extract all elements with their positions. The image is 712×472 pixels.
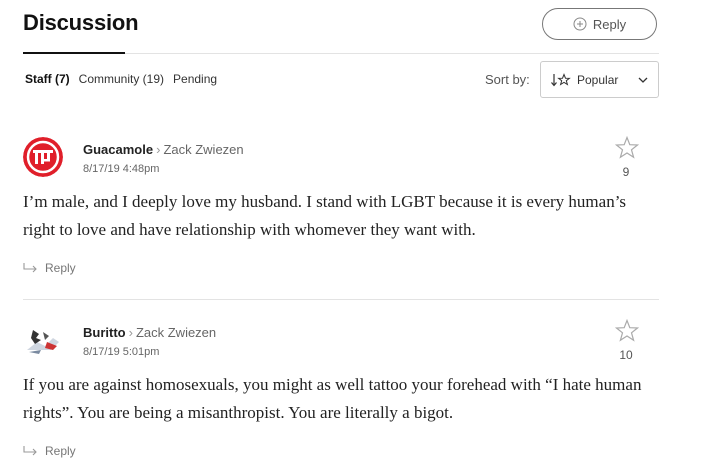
reply-to-name[interactable]: Zack Zwiezen xyxy=(136,325,216,340)
discussion-header: Discussion Reply xyxy=(23,0,659,54)
tab-staff[interactable]: Staff (7) xyxy=(25,72,70,86)
comment-author-line: Buritto › Zack Zwiezen xyxy=(83,325,216,340)
reply-label: Reply xyxy=(45,444,76,458)
add-comment-icon xyxy=(573,17,587,31)
sort-value: Popular xyxy=(577,72,619,87)
author-name[interactable]: Buritto xyxy=(83,325,126,340)
reply-button-label: Reply xyxy=(592,16,627,32)
reply-arrow-icon xyxy=(23,446,37,456)
sort-dropdown[interactable]: Popular xyxy=(540,61,659,98)
star-icon[interactable] xyxy=(615,136,639,160)
author-name[interactable]: Guacamole xyxy=(83,142,153,157)
reply-arrow-icon xyxy=(23,263,37,273)
star-icon[interactable] xyxy=(615,319,639,343)
avatar[interactable] xyxy=(23,137,63,177)
reply-to-name[interactable]: Zack Zwiezen xyxy=(163,142,243,157)
star-count: 9 xyxy=(622,165,630,179)
comment-reply-link[interactable]: Reply xyxy=(23,261,76,275)
comment: Buritto › Zack Zwiezen 8/17/19 5:01pm 10 I… xyxy=(23,319,659,469)
comment-reply-link[interactable]: Reply xyxy=(23,444,76,458)
comment-body: If you are against homosexuals, you migh… xyxy=(23,375,642,422)
avatar[interactable] xyxy=(23,320,63,360)
chevron-right-icon: › xyxy=(128,325,133,340)
tab-community[interactable]: Community (19) xyxy=(79,72,164,86)
title-underline xyxy=(23,52,125,54)
header-divider xyxy=(125,53,659,54)
chevron-right-icon: › xyxy=(156,142,161,157)
star-count: 10 xyxy=(619,348,633,362)
comment-date[interactable]: 8/17/19 5:01pm xyxy=(83,346,159,358)
avatar-image xyxy=(23,320,63,360)
reply-button[interactable]: Reply xyxy=(542,8,657,40)
filter-tabs: Staff (7) Community (19) Pending xyxy=(25,72,217,86)
page-title: Discussion xyxy=(23,10,139,35)
comment: Guacamole › Zack Zwiezen 8/17/19 4:48pm 9 … xyxy=(23,136,659,286)
avatar-logo xyxy=(23,137,63,177)
comment-divider xyxy=(23,299,659,300)
sort-label: Sort by: xyxy=(485,72,530,87)
comment-date[interactable]: 8/17/19 4:48pm xyxy=(83,163,159,175)
sort-star-icon xyxy=(551,72,571,86)
chevron-down-icon xyxy=(638,77,648,83)
tab-pending[interactable]: Pending xyxy=(173,72,217,86)
comment-body: I’m male, and I deeply love my husband. … xyxy=(23,192,627,239)
reply-label: Reply xyxy=(45,261,76,275)
comment-author-line: Guacamole › Zack Zwiezen xyxy=(83,142,244,157)
